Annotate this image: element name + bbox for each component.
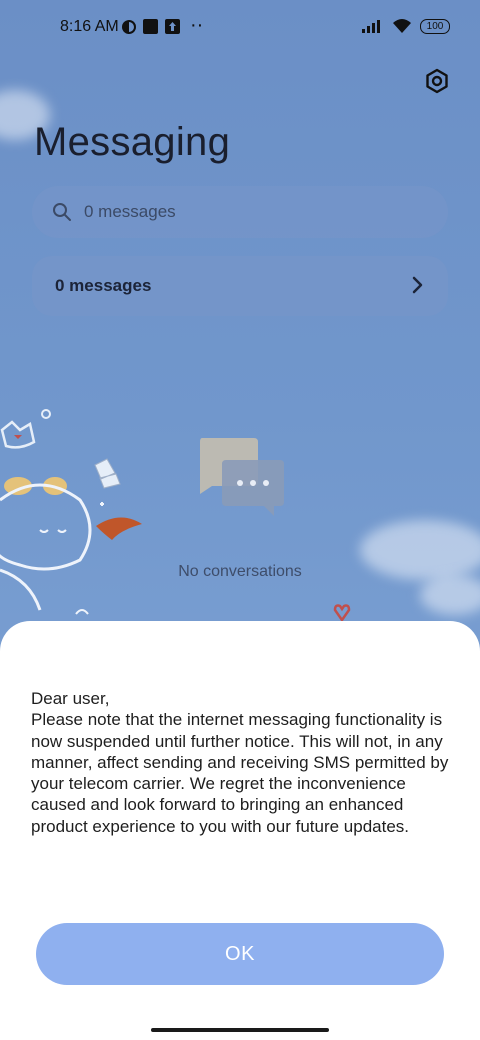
dialog-greeting: Dear user, <box>31 689 110 708</box>
chat-bubbles-icon <box>200 438 284 516</box>
empty-state-text: No conversations <box>178 563 302 580</box>
upload-notification-icon <box>165 19 180 34</box>
messages-summary-card[interactable]: 0 messages <box>32 256 448 316</box>
status-bar: 8:16 AM ·· 100 <box>0 0 480 56</box>
page-title: Messaging <box>34 120 231 164</box>
status-time: 8:16 AM <box>60 18 119 35</box>
dialog-message: Dear user, Please note that the internet… <box>31 688 461 837</box>
search-placeholder: 0 messages <box>84 202 176 221</box>
square-notification-icon <box>143 19 158 34</box>
messages-count-label: 0 messages <box>55 276 152 295</box>
more-notifications-dots: ·· <box>190 14 204 36</box>
search-input[interactable]: 0 messages <box>32 186 448 238</box>
signal-icon <box>362 20 380 33</box>
battery-level: 100 <box>426 20 444 32</box>
gear-icon <box>426 68 448 94</box>
chevron-right-icon <box>412 276 423 294</box>
settings-button[interactable] <box>420 64 454 98</box>
ok-button[interactable]: OK <box>36 923 444 985</box>
dialog-body: Please note that the internet messaging … <box>31 710 449 836</box>
heart-doodle-icon <box>333 604 351 622</box>
app-notification-icon <box>122 20 136 34</box>
search-icon <box>53 203 71 221</box>
home-indicator[interactable] <box>151 1028 329 1032</box>
cartoon-doodle-illustration <box>0 409 142 615</box>
wifi-icon <box>393 19 411 33</box>
battery-icon: 100 <box>420 18 450 34</box>
